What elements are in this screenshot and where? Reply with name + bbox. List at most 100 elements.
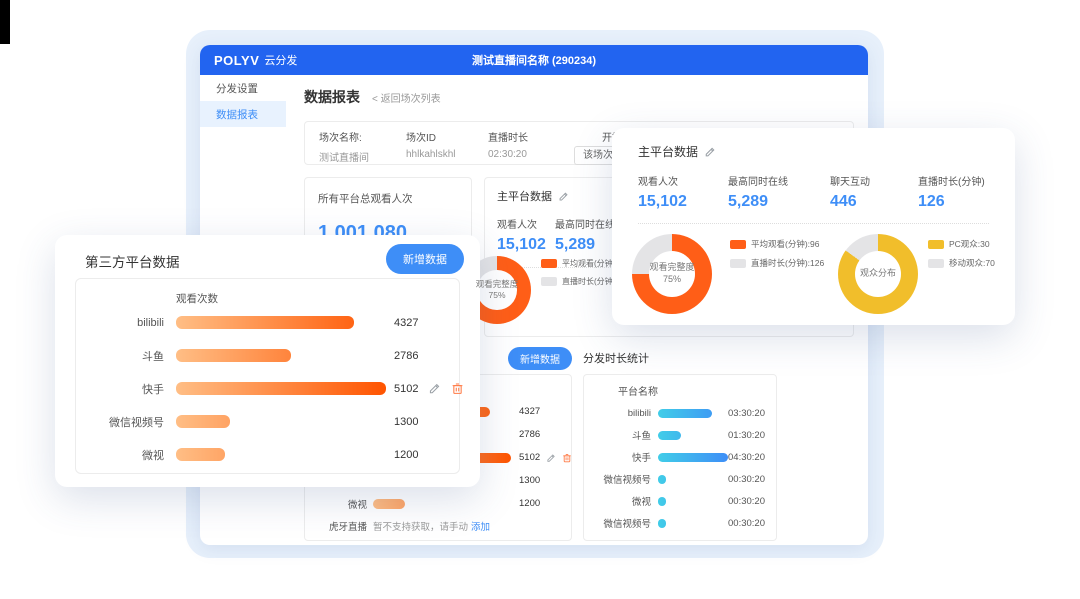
main-platform-overlay-title: 主平台数据 <box>638 143 698 160</box>
trash-icon[interactable] <box>562 453 572 463</box>
session-name-value: 测试直播间 <box>319 149 406 164</box>
pencil-icon[interactable] <box>704 146 716 158</box>
bar <box>658 409 712 418</box>
legend-label: 直播时长(分钟):126 <box>751 257 824 269</box>
bar-value: 1200 <box>394 449 418 461</box>
back-to-session-list-link[interactable]: < 返回场次列表 <box>372 90 441 105</box>
donut-center-label: 观众分布 <box>860 268 896 280</box>
bar-value: 5102 <box>394 383 418 395</box>
legend-swatch-gray <box>928 259 944 268</box>
live-duration-value: 126 <box>918 193 985 211</box>
bar <box>176 382 386 395</box>
sidebar-item-data-report[interactable]: 数据报表 <box>200 101 286 127</box>
audience-legend: PC观众:30 移动观众:70 <box>928 238 995 269</box>
pencil-icon[interactable] <box>428 382 441 395</box>
bar-row: 快手 04:30:20 <box>594 446 766 468</box>
bar <box>176 349 291 362</box>
duration-stats-section: 分发时长统计 平台名称 bilibili 03:30:20 斗鱼 <box>583 347 777 541</box>
trash-icon[interactable] <box>451 382 464 395</box>
platform-label: 斗鱼 <box>76 348 164 364</box>
audience-distribution-donut: 观众分布 <box>838 234 918 314</box>
legend-swatch-yellow <box>928 240 944 249</box>
bar <box>658 453 728 462</box>
bar-row: 微信视频号 00:30:20 <box>594 512 766 534</box>
legend-label: 平均观看(分钟):96 <box>751 238 819 250</box>
completeness-donut: 观看完整度 75% <box>463 256 531 324</box>
bar-row: bilibili 4327 <box>76 306 459 339</box>
peak-online-label: 最高同时在线 <box>555 216 615 231</box>
platform-column-header: 平台名称 <box>618 383 766 398</box>
bar-row: 微信视频号 1300 <box>76 405 459 438</box>
main-platform-title: 主平台数据 <box>497 188 552 204</box>
bar <box>176 316 354 329</box>
duration-chart-box: 平台名称 bilibili 03:30:20 斗鱼 01:30:20 <box>583 374 777 541</box>
platform-label: 微视 <box>315 497 367 511</box>
duration-value: 00:30:20 <box>728 496 775 507</box>
add-data-button[interactable]: 新增数据 <box>508 347 572 370</box>
third-party-overlay-chart: 观看次数 bilibili 4327 斗鱼 2786 快手 5102 <box>75 278 460 474</box>
pencil-icon[interactable] <box>546 453 556 463</box>
main-platform-overlay-card: 主平台数据 观看人次 15,102 最高同时在线 5,289 聊天互动 446 … <box>612 128 1015 325</box>
legend-swatch-orange <box>730 240 746 249</box>
total-views-label: 所有平台总观看人次 <box>318 191 458 206</box>
black-edge-bar <box>0 0 10 44</box>
add-data-button[interactable]: 新增数据 <box>386 244 464 274</box>
screen: POLYV 云分发 测试直播间名称 (290234) 分发设置 数据报表 数据报… <box>0 0 1080 599</box>
duration-value: 04:30:20 <box>728 452 775 463</box>
legend-label: PC观众:30 <box>949 238 990 250</box>
duration-value: 00:30:20 <box>728 518 775 529</box>
session-duration-col: 直播时长 02:30:20 <box>488 129 574 164</box>
bar-row: bilibili 03:30:20 <box>594 402 766 424</box>
live-duration-label: 直播时长(分钟) <box>918 173 985 188</box>
platform-label: 微信视频号 <box>76 414 164 430</box>
views-label: 观看人次 <box>638 173 728 188</box>
bar-row: 斗鱼 01:30:20 <box>594 424 766 446</box>
platform-label: 微信视频号 <box>594 516 651 530</box>
bar-value: 2786 <box>519 429 540 440</box>
duration-value: 01:30:20 <box>728 430 775 441</box>
session-id-col: 场次ID hhlkahlskhl <box>406 129 488 164</box>
bar-value: 2786 <box>394 350 418 362</box>
bar <box>658 431 681 440</box>
donut-center-label: 观看完整度 <box>476 279 519 290</box>
session-id-label: 场次ID <box>406 129 488 144</box>
bar <box>373 499 405 509</box>
platform-label: 微视 <box>594 494 651 508</box>
session-name-col: 场次名称: 测试直播间 <box>319 129 406 164</box>
platform-label: 快手 <box>594 450 651 464</box>
platform-label: bilibili <box>594 408 651 419</box>
platform-label: 快手 <box>76 381 164 397</box>
add-manually-link[interactable]: 添加 <box>471 519 490 533</box>
bar-value: 5102 <box>519 452 540 463</box>
bar-value: 1300 <box>394 416 418 428</box>
legend-swatch-gray <box>730 259 746 268</box>
platform-label: 微信视频号 <box>594 472 651 486</box>
legend-label: 移动观众:70 <box>949 257 995 269</box>
donut-center-label: 观看完整度 <box>649 262 694 274</box>
legend-swatch-gray <box>541 277 557 286</box>
platform-label: 斗鱼 <box>594 428 651 442</box>
legend-swatch-orange <box>541 259 557 268</box>
room-title: 测试直播间名称 (290234) <box>200 52 868 68</box>
bar <box>658 497 666 506</box>
bar-row: 微信视频号 00:30:20 <box>594 468 766 490</box>
completeness-legend: 平均观看(分钟):96 直播时长(分钟):126 <box>730 238 824 269</box>
views-label: 观看人次 <box>497 216 545 231</box>
sidebar-item-distribution-settings[interactable]: 分发设置 <box>200 75 286 101</box>
session-duration-value: 02:30:20 <box>488 149 574 160</box>
bar-value: 1200 <box>519 498 540 509</box>
pencil-icon[interactable] <box>558 191 569 202</box>
donut-center-value: 75% <box>488 290 505 301</box>
views-value: 15,102 <box>638 193 728 211</box>
platform-label: 微视 <box>76 447 164 463</box>
bar-row: 微视 1200 <box>76 438 459 471</box>
platform-label: bilibili <box>76 317 164 329</box>
bar-row: 斗鱼 2786 <box>76 339 459 372</box>
chat-interactions-label: 聊天互动 <box>830 173 918 188</box>
peak-online-label: 最高同时在线 <box>728 173 830 188</box>
duration-value: 00:30:20 <box>728 474 775 485</box>
bar-row: 微视 00:30:20 <box>594 490 766 512</box>
duration-stats-title: 分发时长统计 <box>583 350 649 366</box>
bar <box>658 519 666 528</box>
bar-value: 4327 <box>394 317 418 329</box>
